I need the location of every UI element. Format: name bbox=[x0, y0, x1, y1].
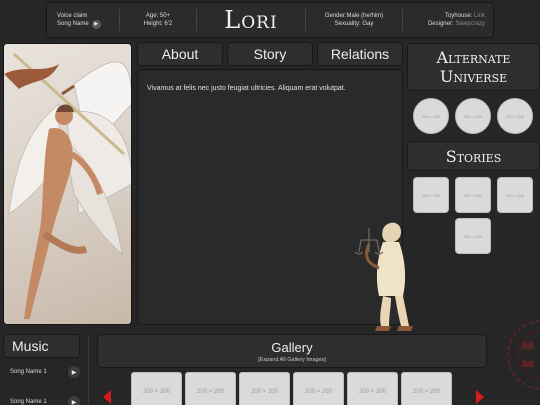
stories-heading: Stories bbox=[407, 141, 540, 171]
age-height: Age: 50+ Height: 6'2 bbox=[120, 3, 196, 37]
character-portrait bbox=[3, 43, 132, 325]
song-name: Song Name 1 bbox=[10, 399, 47, 405]
gallery-image[interactable]: 200 × 200 bbox=[347, 372, 398, 405]
gallery-image[interactable]: 200 × 200 bbox=[401, 372, 452, 405]
designer-link[interactable]: Sleepcrazy bbox=[455, 21, 485, 27]
voice-claim-label: Voice claim bbox=[57, 12, 88, 19]
music-heading: Music bbox=[3, 334, 80, 358]
gallery-image[interactable]: 200 × 200 bbox=[131, 372, 182, 405]
divider bbox=[88, 335, 89, 405]
decorative-emblem bbox=[504, 305, 540, 405]
header-bar: Voice claim Song Name ▶ Age: 50+ Height:… bbox=[46, 2, 494, 38]
about-text: Vivamus at felis nec justo feugiat ultri… bbox=[147, 85, 346, 92]
au-thumbnail[interactable]: 200 × 200 bbox=[455, 98, 491, 134]
voice-claim: Voice claim Song Name ▶ bbox=[47, 3, 119, 37]
tab-about[interactable]: About bbox=[137, 42, 223, 66]
designer-label: Designer: bbox=[427, 21, 454, 27]
song-name: Song Name 1 bbox=[10, 369, 47, 375]
gallery-image[interactable]: 200 × 200 bbox=[239, 372, 290, 405]
toyhouse-link[interactable]: Link bbox=[474, 13, 485, 19]
gender-text: Gender:Male (he/him) bbox=[324, 13, 384, 19]
gender-sexuality: Gender:Male (he/him) Sexuality: Gay bbox=[306, 3, 402, 37]
play-icon[interactable]: ▶ bbox=[68, 366, 80, 378]
song-item[interactable]: Song Name 1 ▶ bbox=[10, 396, 80, 405]
gallery-image[interactable]: 200 × 200 bbox=[185, 372, 236, 405]
gallery-image[interactable]: 200 × 200 bbox=[293, 372, 344, 405]
tab-relations[interactable]: Relations bbox=[317, 42, 403, 66]
toyhouse-label: Toyhouse: bbox=[444, 13, 473, 19]
song-item[interactable]: Song Name 1 ▶ bbox=[10, 366, 80, 378]
arrow-left-icon[interactable] bbox=[103, 390, 111, 404]
gallery-header: Gallery [Expand All Gallery Images] bbox=[97, 334, 487, 368]
age-text: Age: 50+ bbox=[145, 13, 171, 19]
story-thumbnail[interactable]: 200 × 200 bbox=[497, 177, 533, 213]
play-icon[interactable]: ▶ bbox=[91, 19, 101, 29]
height-text: Height: 6'2 bbox=[143, 21, 173, 27]
expand-gallery-link[interactable]: [Expand All Gallery Images] bbox=[258, 357, 326, 363]
character-figure bbox=[354, 218, 425, 333]
arrow-right-icon[interactable] bbox=[476, 390, 484, 404]
play-icon[interactable]: ▶ bbox=[68, 396, 80, 405]
story-thumbnail[interactable]: 200 × 200 bbox=[455, 218, 491, 254]
links: Toyhouse: Link Designer: Sleepcrazy bbox=[403, 3, 493, 37]
voice-claim-song: Song Name bbox=[57, 21, 89, 27]
character-name: Lori bbox=[224, 6, 278, 34]
au-thumbnail[interactable]: 200 × 200 bbox=[497, 98, 533, 134]
au-thumbnail[interactable]: 200 × 200 bbox=[413, 98, 449, 134]
story-thumbnail[interactable]: 200 × 200 bbox=[413, 177, 449, 213]
story-thumbnail[interactable]: 200 × 200 bbox=[455, 177, 491, 213]
alternate-universe-heading: Alternate Universe bbox=[407, 43, 540, 91]
tab-story[interactable]: Story bbox=[227, 42, 313, 66]
gallery-title: Gallery bbox=[271, 339, 313, 355]
sexuality-text: Sexuality: Gay bbox=[334, 21, 374, 27]
